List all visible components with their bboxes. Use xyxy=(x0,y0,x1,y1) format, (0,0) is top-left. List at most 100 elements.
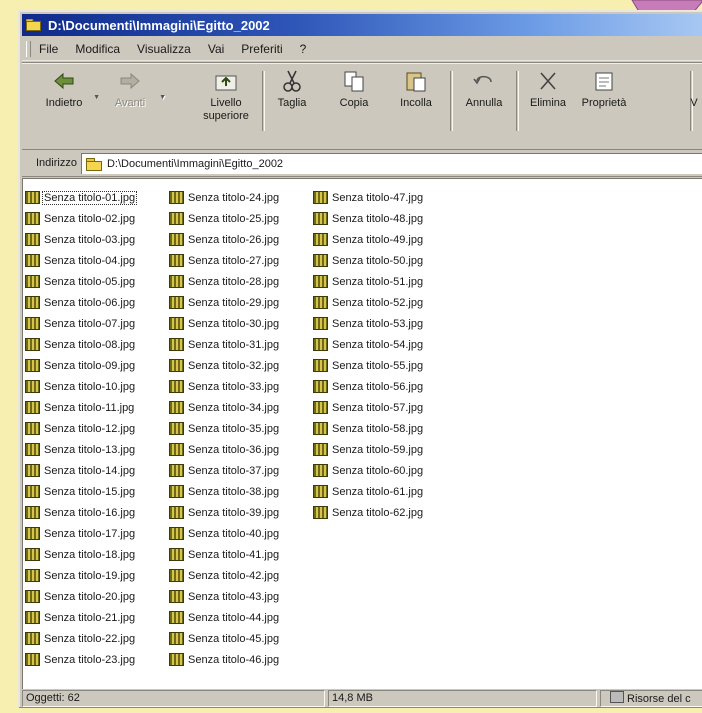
file-item[interactable]: Senza titolo-18.jpg xyxy=(25,544,136,565)
file-item[interactable]: Senza titolo-56.jpg xyxy=(313,376,424,397)
file-name: Senza titolo-26.jpg xyxy=(188,233,280,246)
file-item[interactable]: Senza titolo-55.jpg xyxy=(313,355,424,376)
file-item[interactable]: Senza titolo-16.jpg xyxy=(25,502,136,523)
up-button[interactable]: Livello superiore xyxy=(196,69,256,123)
jpg-file-icon xyxy=(25,212,40,225)
file-name: Senza titolo-20.jpg xyxy=(44,590,136,603)
file-item[interactable]: Senza titolo-61.jpg xyxy=(313,481,424,502)
file-item[interactable]: Senza titolo-32.jpg xyxy=(169,355,280,376)
window-title: D:\Documenti\Immagini\Egitto_2002 xyxy=(48,17,270,33)
file-item[interactable]: Senza titolo-39.jpg xyxy=(169,502,280,523)
file-item[interactable]: Senza titolo-19.jpg xyxy=(25,565,136,586)
file-item[interactable]: Senza titolo-40.jpg xyxy=(169,523,280,544)
menu-help[interactable]: ? xyxy=(298,41,309,57)
file-item[interactable]: Senza titolo-03.jpg xyxy=(25,229,136,250)
menu-modifica[interactable]: Modifica xyxy=(73,41,122,57)
jpg-file-icon xyxy=(169,443,184,456)
file-name: Senza titolo-59.jpg xyxy=(332,443,424,456)
file-item[interactable]: Senza titolo-01.jpg xyxy=(25,187,138,208)
file-item[interactable]: Senza titolo-50.jpg xyxy=(313,250,424,271)
title-bar[interactable]: D:\Documenti\Immagini\Egitto_2002 xyxy=(22,14,702,36)
views-button[interactable]: V xyxy=(682,69,702,110)
jpg-file-icon xyxy=(169,527,184,540)
file-name: Senza titolo-38.jpg xyxy=(188,485,280,498)
file-item[interactable]: Senza titolo-35.jpg xyxy=(169,418,280,439)
file-item[interactable]: Senza titolo-44.jpg xyxy=(169,607,280,628)
file-item[interactable]: Senza titolo-49.jpg xyxy=(313,229,424,250)
file-item[interactable]: Senza titolo-59.jpg xyxy=(313,439,424,460)
file-item[interactable]: Senza titolo-37.jpg xyxy=(169,460,280,481)
file-item[interactable]: Senza titolo-41.jpg xyxy=(169,544,280,565)
file-item[interactable]: Senza titolo-10.jpg xyxy=(25,376,136,397)
undo-button[interactable]: Annulla xyxy=(454,69,514,110)
file-item[interactable]: Senza titolo-42.jpg xyxy=(169,565,280,586)
file-item[interactable]: Senza titolo-51.jpg xyxy=(313,271,424,292)
file-item[interactable]: Senza titolo-05.jpg xyxy=(25,271,136,292)
file-name: Senza titolo-01.jpg xyxy=(41,190,138,205)
paste-button[interactable]: Incolla xyxy=(386,69,446,110)
file-item[interactable]: Senza titolo-22.jpg xyxy=(25,628,136,649)
menu-vai[interactable]: Vai xyxy=(206,41,226,57)
chevron-down-icon[interactable]: ▼ xyxy=(93,91,100,104)
forward-button[interactable]: Avanti ▼ xyxy=(100,69,166,110)
file-item[interactable]: Senza titolo-13.jpg xyxy=(25,439,136,460)
chevron-down-icon[interactable]: ▼ xyxy=(159,91,166,104)
views-icon xyxy=(689,69,699,93)
file-item[interactable]: Senza titolo-21.jpg xyxy=(25,607,136,628)
file-item[interactable]: Senza titolo-06.jpg xyxy=(25,292,136,313)
file-item[interactable]: Senza titolo-23.jpg xyxy=(25,649,136,670)
copy-button[interactable]: Copia xyxy=(324,69,384,110)
menu-grip[interactable] xyxy=(26,41,31,57)
back-button[interactable]: Indietro ▼ xyxy=(34,69,100,110)
properties-button[interactable]: Proprietà xyxy=(574,69,634,110)
file-item[interactable]: Senza titolo-30.jpg xyxy=(169,313,280,334)
file-item[interactable]: Senza titolo-60.jpg xyxy=(313,460,424,481)
file-item[interactable]: Senza titolo-09.jpg xyxy=(25,355,136,376)
jpg-file-icon xyxy=(313,422,328,435)
jpg-file-icon xyxy=(313,338,328,351)
file-item[interactable]: Senza titolo-26.jpg xyxy=(169,229,280,250)
delete-button[interactable]: Elimina xyxy=(518,69,578,110)
file-item[interactable]: Senza titolo-31.jpg xyxy=(169,334,280,355)
file-item[interactable]: Senza titolo-08.jpg xyxy=(25,334,136,355)
file-item[interactable]: Senza titolo-52.jpg xyxy=(313,292,424,313)
file-item[interactable]: Senza titolo-28.jpg xyxy=(169,271,280,292)
menu-preferiti[interactable]: Preferiti xyxy=(239,41,284,57)
file-item[interactable]: Senza titolo-29.jpg xyxy=(169,292,280,313)
address-input[interactable]: D:\Documenti\Immagini\Egitto_2002 xyxy=(80,152,702,174)
file-item[interactable]: Senza titolo-04.jpg xyxy=(25,250,136,271)
file-name: Senza titolo-33.jpg xyxy=(188,380,280,393)
file-item[interactable]: Senza titolo-46.jpg xyxy=(169,649,280,670)
file-name: Senza titolo-08.jpg xyxy=(44,338,136,351)
file-item[interactable]: Senza titolo-24.jpg xyxy=(169,187,280,208)
file-item[interactable]: Senza titolo-57.jpg xyxy=(313,397,424,418)
file-item[interactable]: Senza titolo-12.jpg xyxy=(25,418,136,439)
file-list[interactable]: Senza titolo-01.jpg Senza titolo-02.jpg Se… xyxy=(22,178,702,689)
file-item[interactable]: Senza titolo-14.jpg xyxy=(25,460,136,481)
file-item[interactable]: Senza titolo-48.jpg xyxy=(313,208,424,229)
file-item[interactable]: Senza titolo-02.jpg xyxy=(25,208,136,229)
jpg-file-icon xyxy=(169,506,184,519)
file-item[interactable]: Senza titolo-34.jpg xyxy=(169,397,280,418)
menu-file[interactable]: File xyxy=(37,41,60,57)
file-item[interactable]: Senza titolo-38.jpg xyxy=(169,481,280,502)
file-item[interactable]: Senza titolo-62.jpg xyxy=(313,502,424,523)
file-item[interactable]: Senza titolo-17.jpg xyxy=(25,523,136,544)
file-item[interactable]: Senza titolo-54.jpg xyxy=(313,334,424,355)
file-item[interactable]: Senza titolo-47.jpg xyxy=(313,187,424,208)
file-item[interactable]: Senza titolo-33.jpg xyxy=(169,376,280,397)
file-item[interactable]: Senza titolo-53.jpg xyxy=(313,313,424,334)
file-item[interactable]: Senza titolo-15.jpg xyxy=(25,481,136,502)
file-item[interactable]: Senza titolo-25.jpg xyxy=(169,208,280,229)
file-item[interactable]: Senza titolo-36.jpg xyxy=(169,439,280,460)
file-name: Senza titolo-16.jpg xyxy=(44,506,136,519)
cut-button[interactable]: Taglia xyxy=(262,69,322,110)
file-item[interactable]: Senza titolo-07.jpg xyxy=(25,313,136,334)
file-item[interactable]: Senza titolo-58.jpg xyxy=(313,418,424,439)
file-item[interactable]: Senza titolo-27.jpg xyxy=(169,250,280,271)
menu-visualizza[interactable]: Visualizza xyxy=(135,41,193,57)
file-item[interactable]: Senza titolo-43.jpg xyxy=(169,586,280,607)
file-item[interactable]: Senza titolo-45.jpg xyxy=(169,628,280,649)
file-item[interactable]: Senza titolo-20.jpg xyxy=(25,586,136,607)
file-item[interactable]: Senza titolo-11.jpg xyxy=(25,397,136,418)
